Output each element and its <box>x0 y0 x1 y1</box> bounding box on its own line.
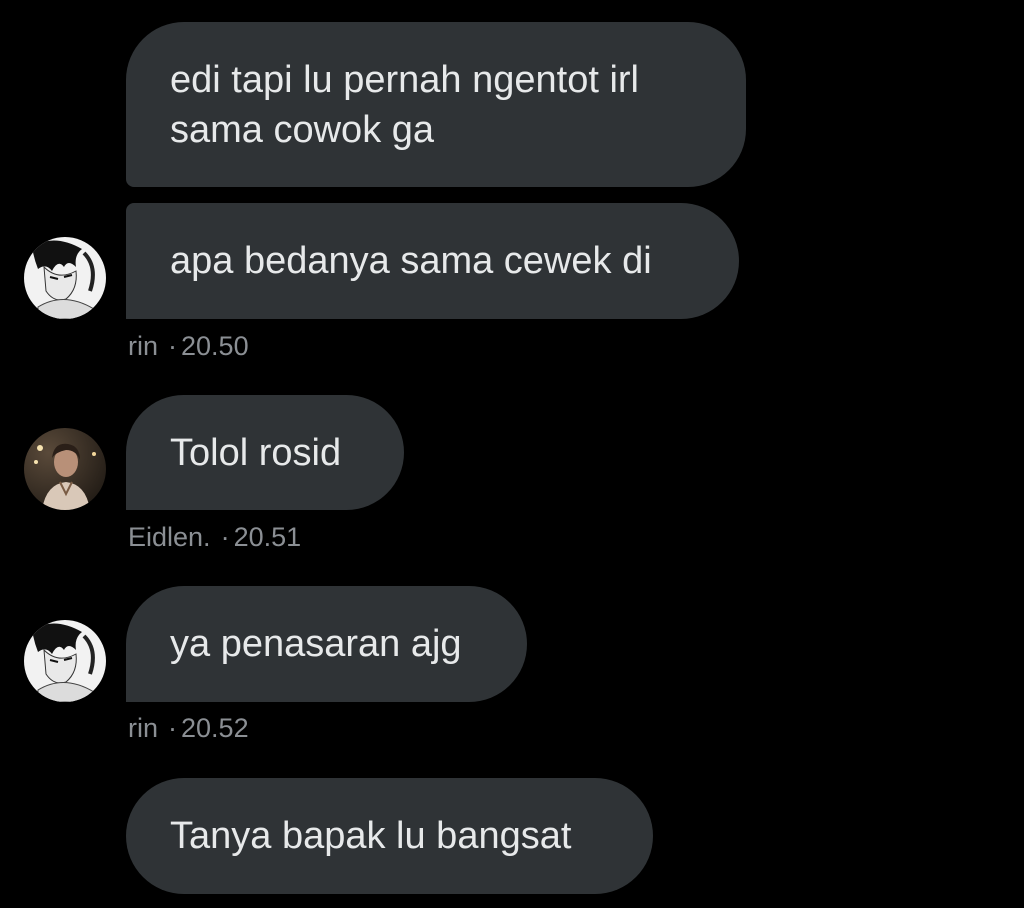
timestamp: 20.50 <box>181 331 249 361</box>
sender-name: rin <box>128 713 159 743</box>
sender-name: rin <box>128 331 159 361</box>
separator-dot: · <box>168 713 178 743</box>
message-meta: Eidlen. · 20.51 <box>128 522 301 552</box>
message-text: apa bedanya sama cewek di <box>170 240 652 282</box>
message-meta: rin · 20.50 <box>128 331 249 361</box>
rin-avatar[interactable] <box>24 620 106 702</box>
message-text: Tanya bapak lu bangsat <box>170 815 572 857</box>
separator-dot: · <box>220 522 230 552</box>
message-bubble[interactable]: Tanya bapak lu bangsat <box>126 778 653 894</box>
message-bubble[interactable]: ya penasaran ajg <box>126 586 527 702</box>
dm-conversation: { "messages": [ { "text": "edi tapi lu p… <box>0 0 1024 908</box>
anime-boy-avatar-icon <box>24 620 106 702</box>
message-bubble[interactable]: edi tapi lu pernah ngentot irl sama cowo… <box>126 22 746 187</box>
message-meta: rin · 20.52 <box>128 713 249 743</box>
message-text: Tolol rosid <box>170 431 342 474</box>
message-bubble[interactable]: Tolol rosid <box>126 395 404 510</box>
timestamp: 20.51 <box>233 522 302 552</box>
eidlen-avatar[interactable] <box>24 428 106 510</box>
anime-boy-avatar-icon <box>24 237 106 319</box>
photo-avatar-icon <box>24 428 106 510</box>
message-text: ya penasaran ajg <box>170 623 462 665</box>
rin-avatar[interactable] <box>24 237 106 319</box>
timestamp: 20.52 <box>181 713 249 743</box>
message-text: edi tapi lu pernah ngentot irl sama cowo… <box>170 58 639 151</box>
separator-dot: · <box>168 331 178 361</box>
message-bubble[interactable]: apa bedanya sama cewek di <box>126 203 739 319</box>
sender-name: Eidlen. <box>128 522 211 552</box>
